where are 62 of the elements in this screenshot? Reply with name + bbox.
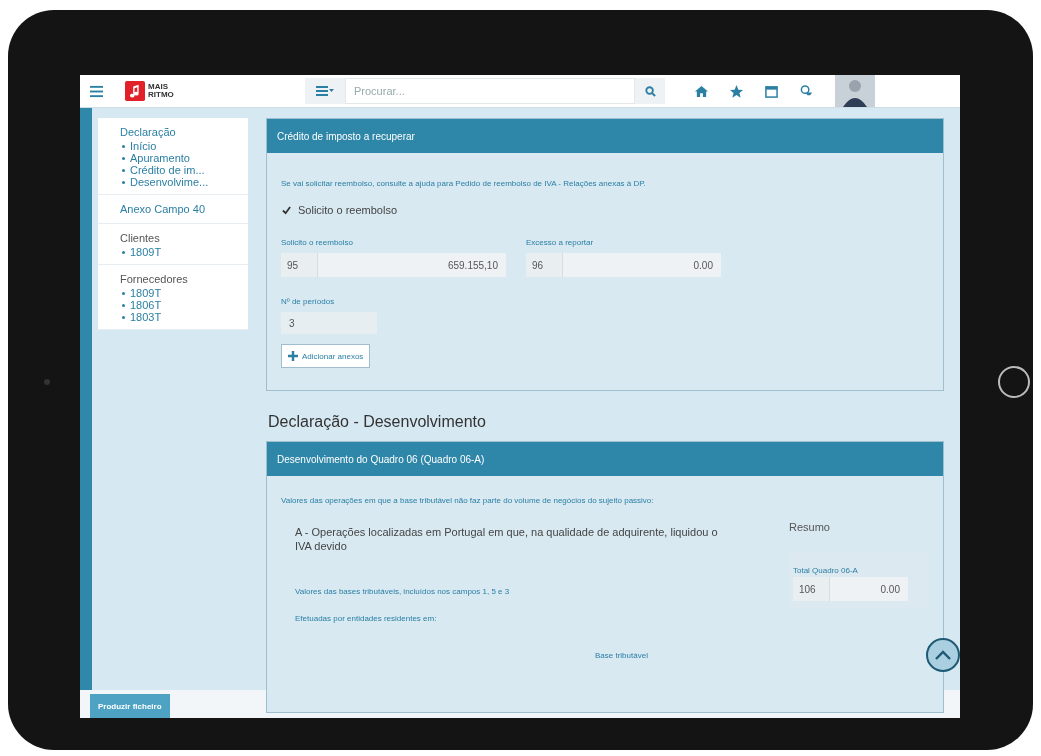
amount-field[interactable]: 0.00	[830, 577, 908, 601]
help-note: Se vai solicitar reembolso, consulte a ajuda para Pedido de reembolso de IVA - Relações anexas à DP.	[281, 179, 646, 188]
bullet-icon	[122, 315, 125, 319]
sidebar-section-link[interactable]: Declaração	[120, 126, 236, 138]
produce-file-button[interactable]: Produzir ficheiro	[90, 694, 170, 718]
search-icon	[644, 85, 656, 97]
field-label: Excesso a reportar	[526, 238, 594, 247]
list-dropdown-button[interactable]	[305, 78, 345, 104]
list-icon	[316, 86, 334, 96]
info-text: Efetuadas por entidades residentes em:	[295, 614, 438, 623]
sidebar-section-link[interactable]: Anexo Campo 40	[120, 203, 236, 215]
calendar-icon[interactable]	[765, 84, 778, 98]
field-code: 96	[526, 253, 563, 277]
panel-header: Desenvolvimento do Quadro 06 (Quadro 06-A)	[267, 442, 943, 476]
bullet-icon	[122, 303, 125, 307]
sidebar-item[interactable]: 1806T	[130, 299, 162, 311]
scroll-up-button[interactable]	[926, 638, 960, 672]
panel-header: Crédito de imposto a recuperar	[267, 119, 943, 153]
sidebar-section-link[interactable]: Clientes	[120, 232, 236, 244]
periods-field[interactable]: 3	[281, 312, 377, 334]
star-icon[interactable]	[730, 84, 743, 98]
chat-icon[interactable]	[800, 84, 813, 98]
search-field[interactable]: Procurar...	[345, 78, 635, 104]
search-button[interactable]	[635, 78, 665, 104]
sidebar-item[interactable]: 1809T	[130, 246, 162, 258]
home-icon[interactable]	[695, 84, 708, 98]
bullet-icon	[122, 156, 125, 160]
info-text: Valores das bases tributáveis, incluídos nos campos 1, 5 e 3	[295, 587, 511, 596]
sidebar-item[interactable]: 1803T	[130, 311, 162, 323]
summary-title: Resumo	[789, 521, 831, 533]
checkbox[interactable]	[281, 204, 292, 216]
sidebar-item[interactable]: Apuramento	[130, 152, 190, 164]
field-label: Total Quadro 06-A	[793, 566, 858, 575]
camera-dot	[44, 379, 50, 385]
menu-icon[interactable]	[90, 84, 103, 98]
amount-field[interactable]: 0.00	[563, 253, 721, 277]
help-note: Valores das operações em que a base tributável não faz parte do volume de negócios do sujeito passivo:	[281, 496, 654, 505]
bullet-icon	[122, 168, 125, 172]
bullet-icon	[122, 180, 125, 184]
field-code: 106	[793, 577, 830, 601]
sidebar-section-link[interactable]: Fornecedores	[120, 273, 236, 285]
amount-field[interactable]: 659.155,10	[318, 253, 506, 277]
chevron-up-icon	[935, 650, 951, 660]
logo-note-icon	[125, 81, 145, 101]
field-label: Solicito o reembolso	[281, 238, 354, 247]
bullet-icon	[122, 250, 125, 254]
section-title: A - Operações localizadas em Portugal em que, na qualidade de adquirente, liquidou o IVA devido	[295, 525, 719, 553]
sidebar-item[interactable]: Desenvolvime...	[130, 176, 209, 188]
section-heading: Declaração - Desenvolvimento	[268, 413, 487, 431]
column-header: Base tributável	[595, 651, 649, 660]
logo-text: MAIS RITMO	[148, 83, 174, 99]
checkbox-label: Solicito o reembolso	[298, 204, 398, 216]
avatar-placeholder[interactable]	[835, 75, 875, 107]
field-label: Nº de períodos	[281, 297, 335, 306]
bullet-icon	[122, 291, 125, 295]
bullet-icon	[122, 144, 125, 148]
field-code: 95	[281, 253, 318, 277]
sidebar-item[interactable]: Crédito de im...	[130, 164, 205, 176]
plus-icon	[288, 351, 298, 361]
add-attachments-button[interactable]: Adicionar anexos	[281, 344, 371, 368]
sidebar-item[interactable]: Início	[130, 140, 157, 152]
sidebar-item[interactable]: 1809T	[130, 287, 162, 299]
